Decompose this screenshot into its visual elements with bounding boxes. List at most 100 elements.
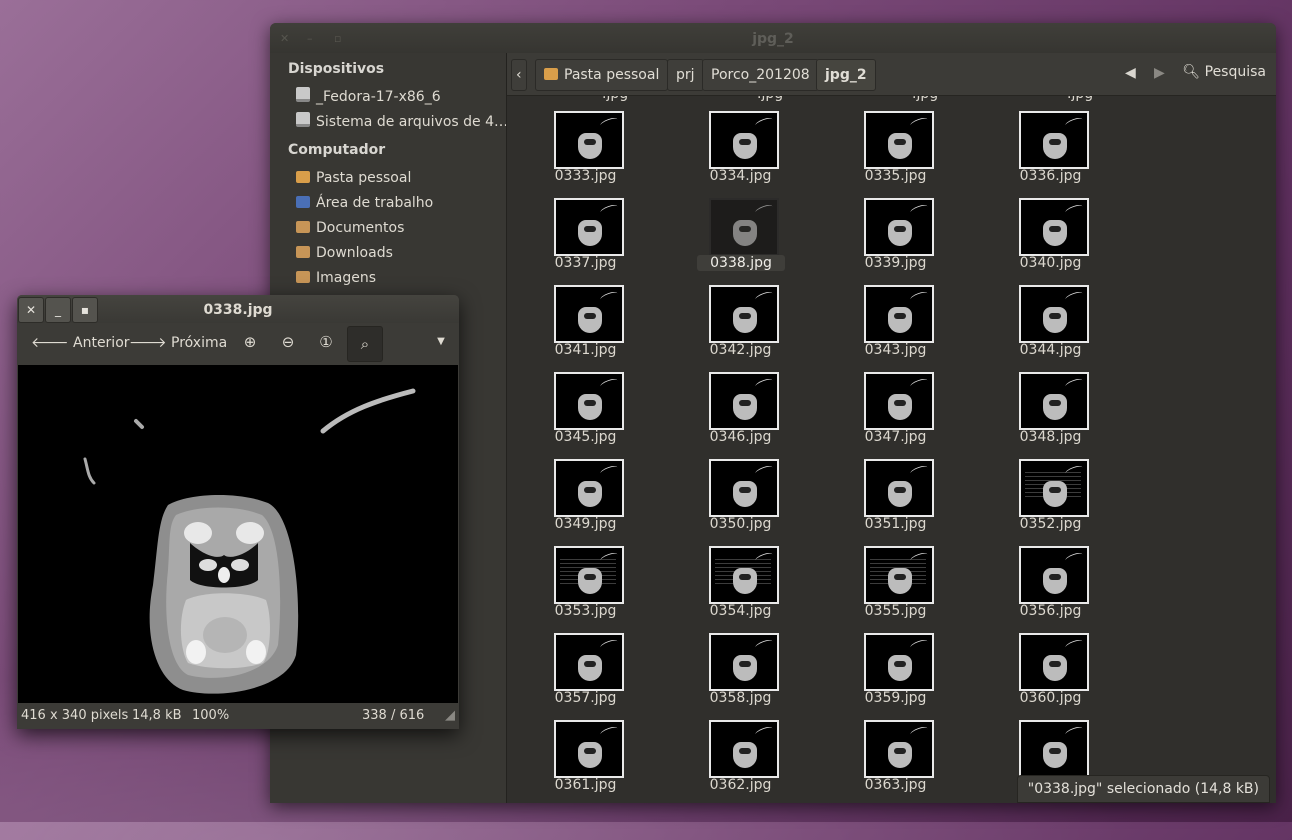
file-item[interactable]: 0353.jpg — [508, 546, 663, 630]
next-button[interactable]: 🡒 Próxima — [129, 334, 227, 351]
sidebar-item-documents[interactable]: Documentos — [296, 218, 404, 238]
file-thumbnail — [864, 111, 934, 169]
file-item[interactable]: 0356.jpg — [973, 546, 1128, 630]
file-name: 0361.jpg — [554, 777, 617, 793]
file-item[interactable]: 0349.jpg — [508, 459, 663, 543]
search-icon: 🔍︎ — [1182, 64, 1201, 80]
file-item[interactable]: 0347.jpg — [818, 372, 973, 456]
file-item[interactable]: 0354.jpg — [663, 546, 818, 630]
file-thumbnail — [864, 720, 934, 778]
file-thumbnail — [709, 546, 779, 604]
file-item[interactable]: 0336.jpg — [973, 111, 1128, 195]
file-thumbnail — [864, 372, 934, 430]
sidebar-item-filesystem[interactable]: Sistema de arquivos de 4… — [296, 112, 508, 132]
sidebar-item-pictures[interactable]: Imagens — [296, 268, 376, 288]
file-thumbnail — [554, 198, 624, 256]
documents-folder-icon — [296, 221, 310, 233]
file-thumbnail — [864, 198, 934, 256]
image-filesize: 14,8 kB — [132, 708, 182, 723]
viewer-titlebar[interactable]: ✕ _ ▪ 0338.jpg — [17, 295, 459, 323]
dropdown-arrow-icon[interactable]: ▼ — [430, 331, 452, 353]
file-thumbnail — [1019, 459, 1089, 517]
file-item[interactable]: 0344.jpg — [973, 285, 1128, 369]
partial-filename: .jpg — [1067, 96, 1093, 102]
file-name: 0336.jpg — [1019, 168, 1082, 184]
file-thumbnail — [709, 459, 779, 517]
file-item[interactable]: 0335.jpg — [818, 111, 973, 195]
search-button[interactable]: 🔍︎ Pesquisa — [1182, 64, 1266, 80]
file-item[interactable]: 0359.jpg — [818, 633, 973, 717]
arrow-left-icon: 🡐 — [31, 335, 69, 351]
file-area: ‹ Pasta pessoal prj Porco_201208 jpg_2 ◀… — [506, 53, 1276, 803]
back-arrow-icon[interactable]: ◀ — [1125, 65, 1136, 81]
image-canvas[interactable] — [18, 365, 458, 703]
file-thumbnail — [554, 633, 624, 691]
sidebar-item-fedora[interactable]: _Fedora-17-x86_6 — [296, 87, 441, 107]
zoom-fit-icon[interactable]: ⌕ — [347, 326, 383, 362]
sidebar-item-downloads[interactable]: Downloads — [296, 243, 393, 263]
file-item[interactable]: 0351.jpg — [818, 459, 973, 543]
selection-status: "0338.jpg" selecionado (14,8 kB) — [1016, 775, 1270, 803]
zoom-out-icon[interactable]: ⊖ — [277, 331, 299, 353]
previous-button[interactable]: 🡐 Anterior — [31, 334, 130, 351]
file-item[interactable]: 0340.jpg — [973, 198, 1128, 282]
file-thumbnail — [554, 459, 624, 517]
file-item[interactable]: 0346.jpg — [663, 372, 818, 456]
sidebar-header-computer: Computador — [288, 142, 386, 158]
partial-filename: .jpg — [757, 96, 783, 102]
file-item[interactable]: 0337.jpg — [508, 198, 663, 282]
breadcrumb-porco[interactable]: Porco_201208 — [702, 59, 819, 91]
file-name: 0347.jpg — [864, 429, 927, 445]
file-name: 0353.jpg — [554, 603, 617, 619]
file-name: 0343.jpg — [864, 342, 927, 358]
file-name: 0356.jpg — [1019, 603, 1082, 619]
arrow-right-icon: 🡒 — [129, 335, 167, 351]
breadcrumb-jpg2[interactable]: jpg_2 — [816, 59, 876, 91]
file-item[interactable]: 0333.jpg — [508, 111, 663, 195]
file-item[interactable]: 0360.jpg — [973, 633, 1128, 717]
file-item[interactable]: 0350.jpg — [663, 459, 818, 543]
file-item[interactable]: 0345.jpg — [508, 372, 663, 456]
window-title: jpg_2 — [752, 31, 794, 47]
file-item[interactable]: 0355.jpg — [818, 546, 973, 630]
resize-grip-icon[interactable]: ◢ — [445, 703, 455, 729]
file-item[interactable]: 0343.jpg — [818, 285, 973, 369]
breadcrumb-prj[interactable]: prj — [667, 59, 704, 91]
file-item[interactable]: 0338.jpg — [663, 198, 818, 282]
file-grid: .jpg .jpg .jpg .jpg 0333.jpg 0334.jpg 0335… — [507, 96, 1276, 803]
file-item[interactable]: 0361.jpg — [508, 720, 663, 803]
file-item[interactable]: 0339.jpg — [818, 198, 973, 282]
zoom-normal-icon[interactable]: ① — [315, 331, 337, 353]
sidebar-item-home[interactable]: Pasta pessoal — [296, 168, 411, 188]
file-item[interactable]: 0348.jpg — [973, 372, 1128, 456]
zoom-in-icon[interactable]: ⊕ — [239, 331, 261, 353]
file-name: 0355.jpg — [864, 603, 927, 619]
file-item[interactable]: 0352.jpg — [973, 459, 1128, 543]
file-item[interactable]: 0334.jpg — [663, 111, 818, 195]
file-name: 0334.jpg — [709, 168, 772, 184]
file-item[interactable]: 0362.jpg — [663, 720, 818, 803]
downloads-folder-icon — [296, 246, 310, 258]
file-thumbnail — [554, 111, 624, 169]
sidebar-item-desktop[interactable]: Área de trabalho — [296, 193, 433, 213]
file-thumbnail — [554, 285, 624, 343]
image-viewer-window: ✕ _ ▪ 0338.jpg 🡐 Anterior 🡒 Próxima ⊕ ⊖ … — [17, 295, 459, 729]
file-name: 0342.jpg — [709, 342, 772, 358]
file-thumbnail — [1019, 111, 1089, 169]
file-name: 0344.jpg — [1019, 342, 1082, 358]
breadcrumb-home[interactable]: Pasta pessoal — [535, 59, 669, 91]
file-name: 0354.jpg — [709, 603, 772, 619]
file-item[interactable]: 0363.jpg — [818, 720, 973, 803]
path-scroll-left-button[interactable]: ‹ — [511, 59, 527, 91]
file-item[interactable]: 0342.jpg — [663, 285, 818, 369]
file-item[interactable]: 0341.jpg — [508, 285, 663, 369]
file-item[interactable]: 0357.jpg — [508, 633, 663, 717]
forward-arrow-icon[interactable]: ▶ — [1154, 65, 1165, 81]
file-thumbnail — [709, 198, 779, 256]
file-name: 0346.jpg — [709, 429, 772, 445]
file-manager-titlebar[interactable]: ✕ – ▫ jpg_2 — [270, 23, 1276, 53]
file-item[interactable]: 0358.jpg — [663, 633, 818, 717]
file-thumbnail — [864, 459, 934, 517]
file-name: 0357.jpg — [554, 690, 617, 706]
file-thumbnail — [1019, 546, 1089, 604]
